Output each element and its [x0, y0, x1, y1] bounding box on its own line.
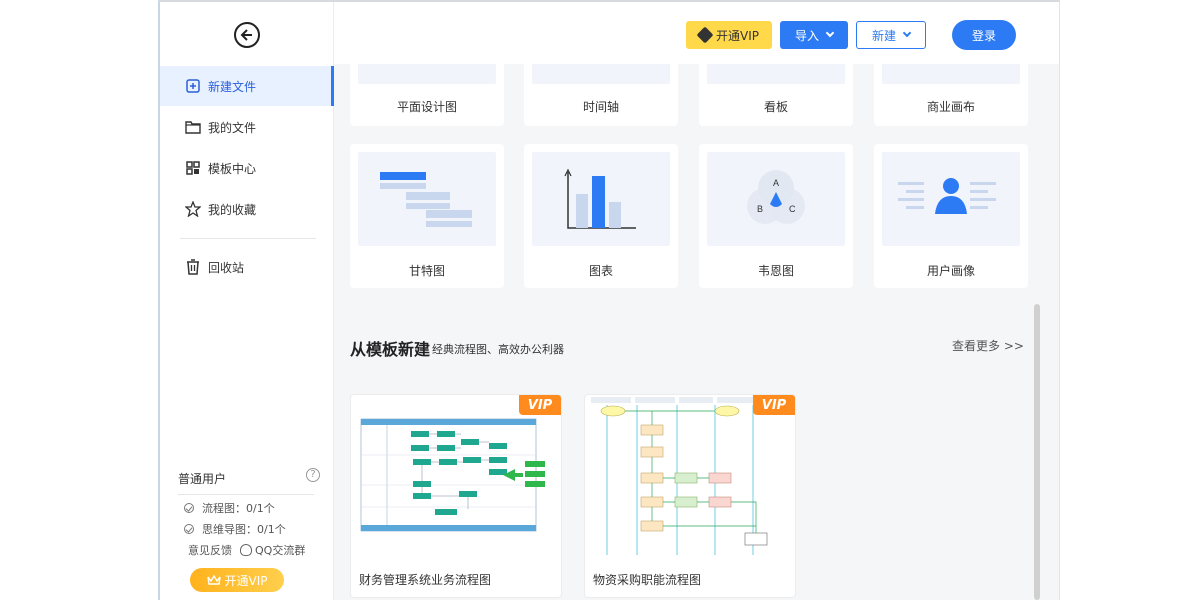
sidebar: 新建文件 我的文件 模板中心 我的收藏 回收站 普通用户 ? 流程图：0/1个 … [160, 2, 334, 600]
check-circle-icon [184, 503, 194, 513]
vip-button[interactable]: 开通VIP [686, 21, 772, 49]
sidebar-item-label: 我的文件 [208, 120, 257, 135]
qq-group-label: QQ交流群 [255, 544, 306, 557]
card-label: 图表 [588, 264, 613, 278]
card-thumbnail [882, 64, 1020, 84]
top-bar: 开通VIP 导入 新建 登录 [334, 2, 1059, 64]
template-label: 财务管理系统业务流程图 [359, 573, 492, 587]
scrollbar[interactable] [1034, 304, 1040, 600]
diagram-card-floor-plan[interactable]: 平面设计图 [350, 64, 504, 126]
sidebar-item-label: 新建文件 [208, 79, 257, 94]
template-grid-icon [184, 159, 202, 177]
vip-label: 开通VIP [224, 573, 268, 588]
view-more-link[interactable]: 查看更多 >> [952, 337, 1024, 354]
chart-thumbnail [532, 152, 670, 246]
new-label: 新建 [871, 28, 896, 43]
check-circle-icon [184, 524, 194, 534]
card-label: 用户画像 [926, 264, 975, 278]
trash-icon [184, 258, 202, 276]
user-type-label: 普通用户 [178, 472, 227, 486]
star-icon [184, 200, 202, 218]
diagram-card-business-canvas[interactable]: 商业画布 [874, 64, 1028, 126]
card-thumbnail [358, 64, 496, 84]
vip-badge: VIP [519, 395, 561, 415]
template-label: 物资采购职能流程图 [593, 573, 702, 587]
new-button[interactable]: 新建 [856, 21, 926, 49]
persona-thumbnail [882, 152, 1020, 246]
card-label: 韦恩图 [757, 264, 794, 278]
sidebar-item-my-files[interactable]: 我的文件 [160, 107, 334, 147]
vip-badge: VIP [753, 395, 795, 415]
sidebar-item-label: 我的收藏 [208, 202, 257, 217]
main-content: 平面设计图 时间轴 看板 商业画布 甘特图 图表 A B C 韦恩图 用户画像 … [334, 64, 1059, 600]
sidebar-item-favorites[interactable]: 我的收藏 [160, 189, 334, 229]
login-button[interactable]: 登录 [952, 20, 1016, 50]
sidebar-item-new-file[interactable]: 新建文件 [160, 66, 334, 106]
sidebar-item-trash[interactable]: 回收站 [160, 247, 334, 287]
card-label: 商业画布 [926, 100, 975, 114]
new-file-icon [184, 77, 202, 95]
import-button[interactable]: 导入 [780, 21, 848, 49]
section-subtitle: 经典流程图、高效办公利器 [432, 343, 564, 356]
usage-flowchart: 流程图：0/1个 [184, 500, 275, 516]
sidebar-divider [178, 494, 314, 495]
diagram-card-chart[interactable]: 图表 [524, 144, 678, 288]
template-card-procurement[interactable]: VIP 物资采购职能流程图 [584, 394, 796, 598]
svg-text:C: C [789, 204, 796, 214]
chevron-down-icon [825, 28, 835, 38]
login-label: 登录 [971, 28, 996, 43]
vip-button-label: 开通VIP [716, 28, 759, 43]
back-icon[interactable] [234, 22, 260, 48]
svg-text:B: B [757, 204, 763, 214]
sidebar-item-template-center[interactable]: 模板中心 [160, 148, 334, 188]
diagram-card-persona[interactable]: 用户画像 [874, 144, 1028, 288]
usage-label: 流程图：0/1个 [202, 502, 275, 515]
vip-heart-icon [696, 26, 714, 44]
card-label: 看板 [763, 100, 788, 114]
import-label: 导入 [794, 28, 819, 43]
sidebar-item-label: 模板中心 [208, 161, 257, 176]
diagram-card-gantt[interactable]: 甘特图 [350, 144, 504, 288]
venn-thumbnail: A B C [707, 152, 845, 246]
card-label: 平面设计图 [396, 100, 457, 114]
folder-icon [184, 118, 202, 136]
usage-mindmap: 思维导图：0/1个 [184, 521, 286, 537]
card-label: 时间轴 [582, 100, 619, 114]
qq-icon [240, 544, 252, 556]
diagram-card-venn[interactable]: A B C 韦恩图 [699, 144, 853, 288]
usage-label: 思维导图：0/1个 [202, 523, 286, 536]
card-thumbnail [707, 64, 845, 84]
help-icon[interactable]: ? [306, 468, 320, 482]
diagram-card-kanban[interactable]: 看板 [699, 64, 853, 126]
flowchart-thumbnail [591, 397, 768, 555]
crown-icon [206, 574, 221, 585]
app-window: 新建文件 我的文件 模板中心 我的收藏 回收站 普通用户 ? 流程图：0/1个 … [158, 0, 1060, 600]
template-card-finance[interactable]: VIP 财务管理系统业务流程图 [350, 394, 562, 598]
sidebar-item-label: 回收站 [208, 260, 245, 275]
sidebar-vip-button[interactable]: 开通VIP [190, 568, 284, 592]
card-label: 甘特图 [408, 264, 445, 278]
feedback-link[interactable]: 意见反馈 [188, 542, 232, 558]
gantt-thumbnail [358, 152, 496, 246]
section-title: 从模板新建 [350, 340, 431, 359]
sidebar-divider [180, 238, 316, 239]
qq-group-link[interactable]: QQ交流群 [240, 542, 305, 558]
svg-text:A: A [773, 178, 779, 188]
card-thumbnail [532, 64, 670, 84]
diagram-card-timeline[interactable]: 时间轴 [524, 64, 678, 126]
flowchart-thumbnail [360, 418, 545, 532]
chevron-down-icon [902, 28, 912, 38]
